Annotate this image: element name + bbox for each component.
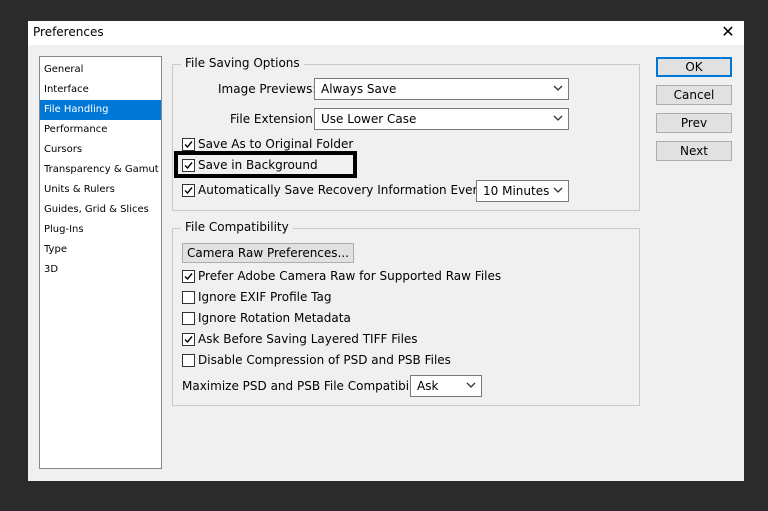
sidebar-item-transparency-gamut[interactable]: Transparency & Gamut (40, 160, 161, 180)
file-extension-value: Use Lower Case (321, 112, 417, 126)
checkbox-box[interactable] (182, 159, 195, 172)
maximize-compat-label: Maximize PSD and PSB File Compatibility: (182, 379, 431, 393)
group-title-file-saving: File Saving Options (181, 56, 304, 70)
sidebar-item-units-rulers[interactable]: Units & Rulers (40, 180, 161, 200)
maximize-compat-value: Ask (417, 379, 439, 393)
checkbox-box[interactable] (182, 291, 195, 304)
title-bar[interactable]: Preferences ✕ (28, 21, 744, 45)
file-extension-select[interactable]: Use Lower Case (314, 108, 569, 130)
sidebar-item-type[interactable]: Type (40, 240, 161, 260)
sidebar-item-cursors[interactable]: Cursors (40, 140, 161, 160)
maximize-compat-select[interactable]: Ask (410, 375, 482, 397)
sidebar-item-guides-grid-slices[interactable]: Guides, Grid & Slices (40, 200, 161, 220)
ignore-exif-label: Ignore EXIF Profile Tag (198, 290, 332, 304)
sidebar-item-general[interactable]: General (40, 60, 161, 80)
save-as-original-label: Save As to Original Folder (198, 137, 354, 151)
file-extension-label: File Extension: (230, 112, 317, 126)
sidebar-item-file-handling[interactable]: File Handling (40, 100, 161, 120)
checkbox-box[interactable] (182, 138, 195, 151)
checkbox-box[interactable] (182, 270, 195, 283)
save-in-background-label: Save in Background (198, 158, 318, 172)
ignore-rotation-label: Ignore Rotation Metadata (198, 311, 351, 325)
group-title-file-compat: File Compatibility (181, 220, 293, 234)
image-previews-value: Always Save (321, 82, 397, 96)
checkbox-box[interactable] (182, 354, 195, 367)
sidebar-item-plug-ins[interactable]: Plug-Ins (40, 220, 161, 240)
ask-tiff-label: Ask Before Saving Layered TIFF Files (198, 332, 418, 346)
sidebar-item-interface[interactable]: Interface (40, 80, 161, 100)
chevron-down-icon (553, 187, 563, 193)
checkbox-box[interactable] (182, 312, 195, 325)
chevron-down-icon (553, 85, 563, 91)
auto-save-label: Automatically Save Recovery Information … (198, 183, 488, 197)
image-previews-label: Image Previews: (218, 82, 317, 96)
close-icon[interactable]: ✕ (720, 24, 736, 40)
window-title: Preferences (33, 25, 104, 39)
chevron-down-icon (553, 115, 563, 121)
sidebar-item-3d[interactable]: 3D (40, 260, 161, 280)
prev-button[interactable]: Prev (656, 113, 732, 133)
sidebar-item-performance[interactable]: Performance (40, 120, 161, 140)
preferences-nav-list: General Interface File Handling Performance… (39, 56, 162, 469)
chevron-down-icon (466, 382, 476, 388)
ok-button[interactable]: OK (656, 57, 732, 77)
image-previews-select[interactable]: Always Save (314, 78, 569, 100)
next-button[interactable]: Next (656, 141, 732, 161)
auto-save-interval-select[interactable]: 10 Minutes (476, 180, 569, 202)
auto-save-interval-value: 10 Minutes (483, 184, 550, 198)
cancel-button[interactable]: Cancel (656, 85, 732, 105)
preferences-dialog: Preferences ✕ General Interface File Handl… (28, 21, 744, 481)
prefer-acr-label: Prefer Adobe Camera Raw for Supported Ra… (198, 269, 502, 283)
checkbox-box[interactable] (182, 333, 195, 346)
checkbox-box[interactable] (182, 184, 195, 197)
disable-compression-label: Disable Compression of PSD and PSB Files (198, 353, 451, 367)
camera-raw-preferences-button[interactable]: Camera Raw Preferences... (182, 243, 354, 263)
